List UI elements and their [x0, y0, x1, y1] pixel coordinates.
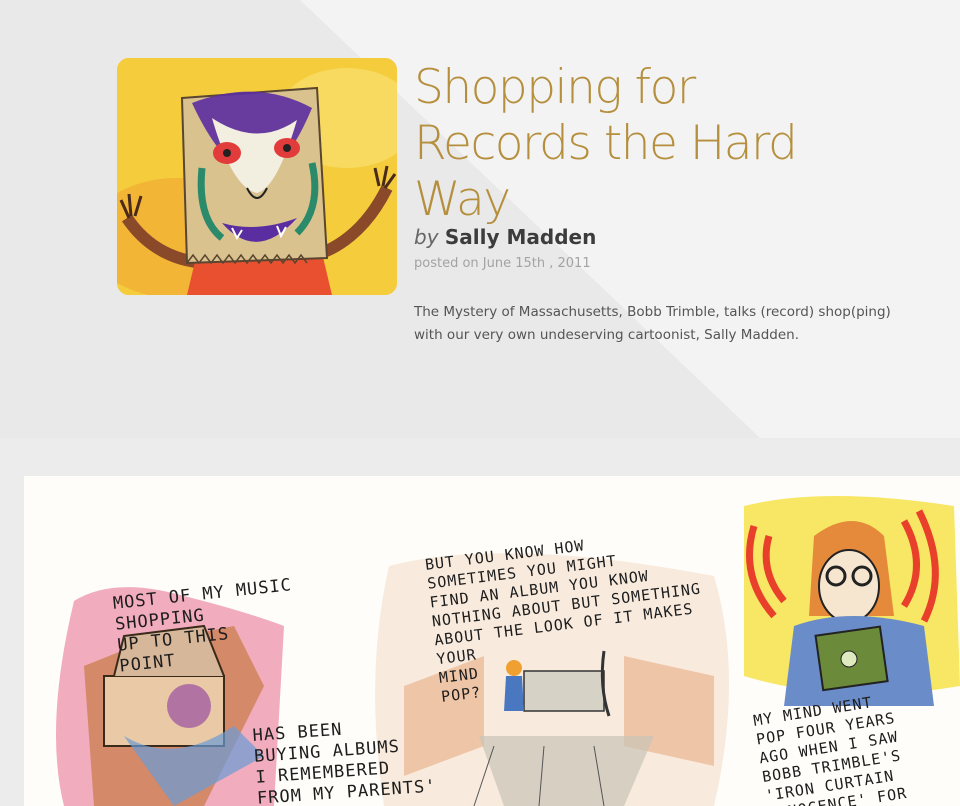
- byline: by Sally Madden: [414, 225, 596, 249]
- paper-bag-monster-illustration: [117, 58, 397, 295]
- author-link[interactable]: Sally Madden: [445, 225, 596, 249]
- byline-prefix: by: [414, 225, 439, 249]
- post-date: posted on June 15th , 2011: [414, 256, 591, 271]
- comic-caption-2: HAS BEEN BUYING ALBUMS I REMEMBERED FROM…: [252, 719, 438, 806]
- comic-strip: MOST OF MY MUSIC SHOPPING UP TO THIS POI…: [24, 476, 960, 806]
- comic-caption-4: MY MIND WENT POP FOUR YEARS AGO WHEN I S…: [752, 693, 909, 806]
- article-thumbnail[interactable]: [117, 58, 397, 295]
- article-title[interactable]: Shopping for Records the Hard Way: [414, 60, 854, 228]
- article-description: The Mystery of Massachusetts, Bobb Trimb…: [414, 304, 891, 343]
